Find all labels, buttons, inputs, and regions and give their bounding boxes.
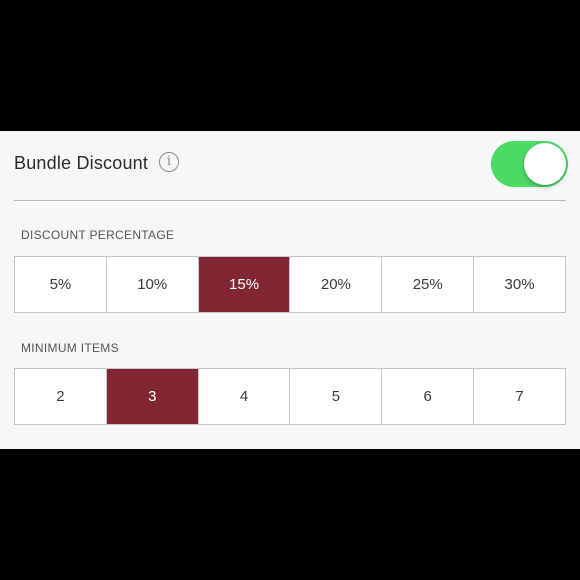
minimum-option[interactable]: 5 [289,369,381,424]
discount-option[interactable]: 15% [197,257,290,312]
info-icon[interactable]: i [159,152,179,172]
bundle-discount-panel: Bundle Discount i DISCOUNT PERCENTAGE 5%… [0,131,580,449]
minimum-option[interactable]: 6 [381,369,473,424]
divider [14,200,566,201]
discount-option[interactable]: 25% [381,257,473,312]
discount-option[interactable]: 10% [105,257,198,312]
discount-percentage-selector: 5% 10% 15% 20% 25% 30% [14,256,566,313]
toggle-knob [524,143,566,185]
minimum-items-selector: 2 3 4 5 6 7 [14,368,566,425]
discount-option[interactable]: 5% [15,257,106,312]
minimum-items-label: MINIMUM ITEMS [21,341,119,355]
discount-option[interactable]: 30% [473,257,565,312]
minimum-option[interactable]: 3 [105,369,198,424]
panel-header: Bundle Discount i [0,131,580,200]
minimum-option[interactable]: 4 [197,369,290,424]
minimum-option[interactable]: 2 [15,369,106,424]
discount-option[interactable]: 20% [289,257,381,312]
discount-percentage-label: DISCOUNT PERCENTAGE [21,228,175,242]
page-title: Bundle Discount [14,153,149,173]
minimum-option[interactable]: 7 [473,369,565,424]
bundle-discount-toggle[interactable] [491,141,568,187]
